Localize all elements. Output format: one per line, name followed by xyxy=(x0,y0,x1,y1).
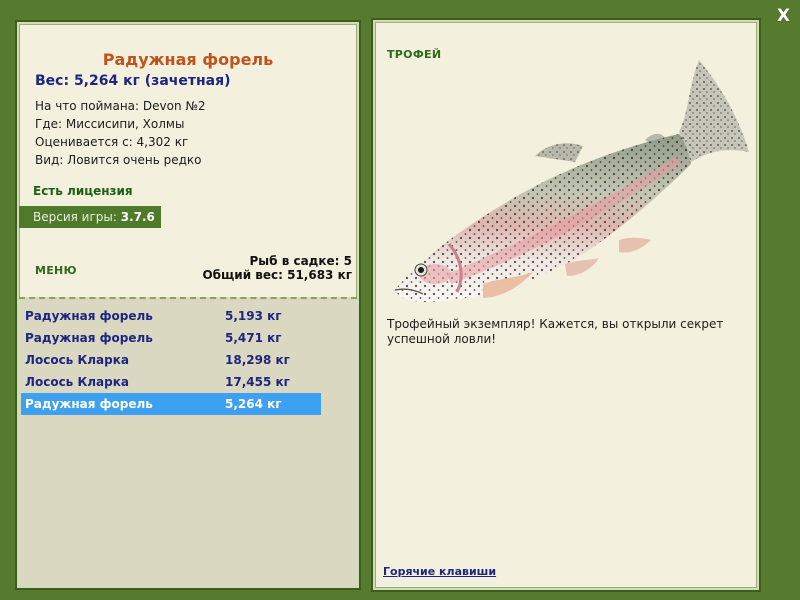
catch-name: Радужная форель xyxy=(25,331,153,345)
catch-weight: 5,471 кг xyxy=(225,331,282,345)
catch-row[interactable]: Лосось Кларка 18,298 кг xyxy=(21,349,321,371)
catch-weight: 17,455 кг xyxy=(225,375,290,389)
catch-weight: 18,298 кг xyxy=(225,353,290,367)
catch-row-selected[interactable]: Радужная форель 5,264 кг xyxy=(21,393,321,415)
fish-details: На что поймана: Devon №2 Где: Миссисипи,… xyxy=(35,97,205,169)
catch-weight: 5,264 кг xyxy=(225,397,282,411)
catch-row[interactable]: Лосось Кларка 17,455 кг xyxy=(21,371,321,393)
catch-weight: 5,193 кг xyxy=(225,309,282,323)
menu-button[interactable]: МЕНЮ xyxy=(35,264,77,277)
version-value: 3.7.6 xyxy=(120,210,155,224)
rarity-text: Вид: Ловится очень редко xyxy=(35,153,202,167)
catch-row[interactable]: Радужная форель 5,471 кг xyxy=(21,327,321,349)
cage-count: Рыб в садке: 5 xyxy=(249,254,353,268)
valued-from-text: Оценивается с: 4,302 кг xyxy=(35,135,189,149)
close-button[interactable]: X xyxy=(777,6,790,26)
catch-row[interactable]: Радужная форель 5,193 кг xyxy=(21,305,321,327)
trophy-description: Трофейный экземпляр! Кажется, вы открыли… xyxy=(387,317,724,346)
caught-on-text: На что поймана: Devon №2 xyxy=(35,99,206,113)
catch-list: Радужная форель 5,193 кг Радужная форель… xyxy=(19,297,357,586)
rainbow-trout-illustration xyxy=(394,60,749,302)
license-status: Есть лицензия xyxy=(33,184,133,198)
catch-name: Радужная форель xyxy=(25,309,153,323)
cage-total-weight: Общий вес: 51,683 кг xyxy=(202,268,352,282)
fish-info-panel: Радужная форель Вес: 5,264 кг (зачетная)… xyxy=(17,22,359,588)
hotkeys-link[interactable]: Горячие клавиши xyxy=(383,565,496,578)
cage-stats: Рыб в садке: 5 Общий вес: 51,683 кг xyxy=(202,254,352,282)
fish-weight: Вес: 5,264 кг (зачетная) xyxy=(35,73,231,89)
version-label: Версия игры: xyxy=(33,210,121,224)
fish-title: Радужная форель xyxy=(102,50,274,69)
catch-name: Лосось Кларка xyxy=(25,375,129,389)
catch-name: Лосось Кларка xyxy=(25,353,129,367)
catch-name: Радужная форель xyxy=(25,397,153,411)
game-version-bar: Версия игры: 3.7.6 xyxy=(19,206,161,228)
location-text: Где: Миссисипи, Холмы xyxy=(35,117,185,131)
trophy-panel: ТРОФЕЙ Трофейный экземпляр! Кажется, вы … xyxy=(373,20,759,590)
